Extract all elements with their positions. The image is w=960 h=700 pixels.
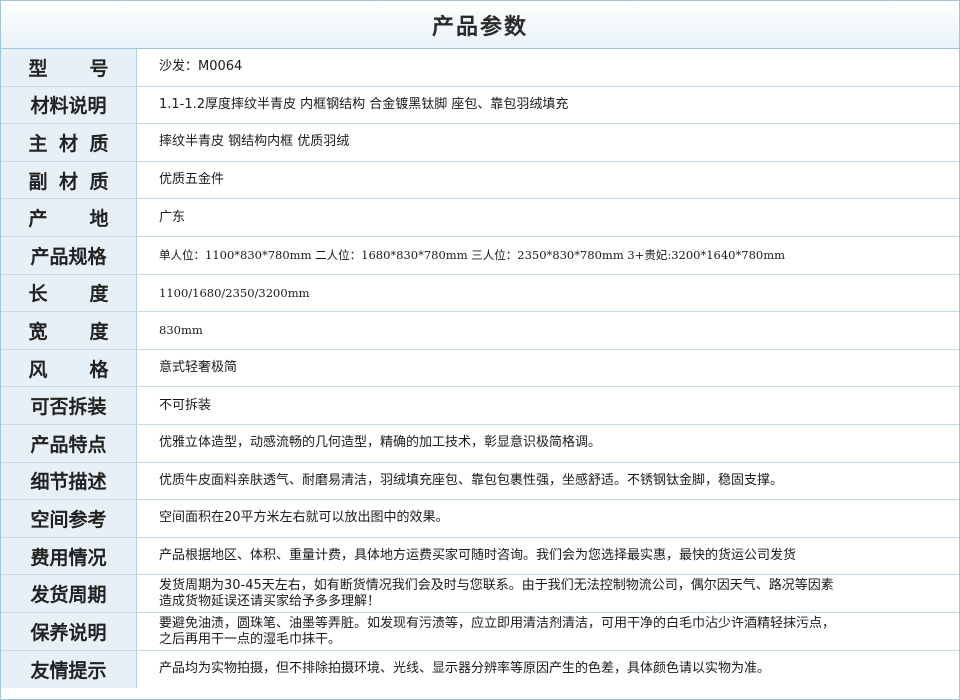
- row-label: 长度: [1, 274, 137, 312]
- table-row: 型号 沙发：M0064: [1, 49, 959, 87]
- row-value: 优质五金件: [159, 172, 225, 188]
- row-label: 友情提示: [1, 650, 137, 689]
- row-label: 副材质: [1, 161, 137, 199]
- value-line: 发货周期为30-45天左右，如有断货情况我们会及时与您联系。由于我们无法控制物流…: [159, 578, 834, 594]
- table-row: 长度 1100/1680/2350/3200mm: [1, 274, 959, 313]
- row-value: 1.1-1.2厚度摔纹半青皮 内框钢结构 合金镀黑钛脚 座包、靠包羽绒填充: [159, 96, 569, 112]
- table-row: 可否拆装 不可拆装: [1, 387, 959, 425]
- value-line: 之后再用干一点的湿毛巾抹干。: [159, 631, 342, 647]
- row-label: 型号: [1, 49, 137, 86]
- row-value: 沙发：M0064: [159, 59, 243, 75]
- table-row: 副材质 优质五金件: [1, 161, 959, 200]
- panel-header: 产品参数: [1, 1, 959, 49]
- table-row: 细节描述 优质牛皮面料亲肤透气、耐磨易清洁，羽绒填充座包、靠包包裹性强，坐感舒适…: [1, 462, 959, 501]
- row-value: 不可拆装: [159, 397, 212, 413]
- panel-title: 产品参数: [431, 14, 528, 40]
- table-row: 风格 意式轻奢极简: [1, 349, 959, 388]
- row-label: 细节描述: [1, 462, 137, 500]
- table-row: 产品特点 优雅立体造型，动感流畅的几何造型，精确的加工技术，彰显意识极简格调。: [1, 424, 959, 463]
- table-row: 费用情况 产品根据地区、体积、重量计费，具体地方运费买家可随时咨询。我们会为您选…: [1, 537, 959, 576]
- row-value: 单人位：1100*830*780mm 二人位：1680*830*780mm 三人…: [159, 248, 786, 263]
- row-label: 主材质: [1, 124, 137, 161]
- table-row: 宽度 830mm: [1, 312, 959, 350]
- table-row: 主材质 摔纹半青皮 钢结构内框 优质羽绒: [1, 124, 959, 162]
- table-row: 产地 广东: [1, 199, 959, 237]
- params-table: 型号 沙发：M0064 材料说明 1.1-1.2厚度摔纹半青皮 内框钢结构 合金…: [1, 49, 959, 689]
- row-value: 产品根据地区、体积、重量计费，具体地方运费买家可随时咨询。我们会为您选择最实惠，…: [159, 548, 797, 564]
- row-label: 风格: [1, 349, 137, 387]
- row-value: 产品均为实物拍摄，但不排除拍摄环境、光线、显示器分辨率等原因产生的色差，具体颜色…: [159, 661, 771, 677]
- table-row: 产品规格 单人位：1100*830*780mm 二人位：1680*830*780…: [1, 236, 959, 275]
- row-value: 要避免油渍，圆珠笔、油墨等弄脏。如发现有污渍等，应立即用清洁剂清洁，可用干净的白…: [137, 613, 959, 650]
- row-value: 1100/1680/2350/3200mm: [159, 285, 310, 300]
- row-value: 830mm: [159, 323, 203, 338]
- row-label: 可否拆装: [1, 387, 137, 424]
- row-value: 空间面积在20平方米左右就可以放出图中的效果。: [159, 510, 449, 526]
- value-line: 造成货物延误还请买家给予多多理解！: [159, 594, 381, 610]
- row-label: 材料说明: [1, 86, 137, 124]
- row-value: 优雅立体造型，动感流畅的几何造型，精确的加工技术，彰显意识极简格调。: [159, 435, 602, 451]
- table-row: 友情提示 产品均为实物拍摄，但不排除拍摄环境、光线、显示器分辨率等原因产生的色差…: [1, 650, 959, 689]
- table-row: 空间参考 空间面积在20平方米左右就可以放出图中的效果。: [1, 500, 959, 538]
- row-label: 产品特点: [1, 424, 137, 462]
- row-value: 摔纹半青皮 钢结构内框 优质羽绒: [159, 134, 350, 150]
- table-row: 材料说明 1.1-1.2厚度摔纹半青皮 内框钢结构 合金镀黑钛脚 座包、靠包羽绒…: [1, 86, 959, 125]
- table-row: 发货周期 发货周期为30-45天左右，如有断货情况我们会及时与您联系。由于我们无…: [1, 575, 959, 613]
- table-row: 保养说明 要避免油渍，圆珠笔、油墨等弄脏。如发现有污渍等，应立即用清洁剂清洁，可…: [1, 612, 959, 651]
- row-value: 优质牛皮面料亲肤透气、耐磨易清洁，羽绒填充座包、靠包包裹性强，坐感舒适。不锈钢钛…: [159, 472, 784, 488]
- row-label: 空间参考: [1, 500, 137, 537]
- row-value: 意式轻奢极简: [159, 360, 238, 376]
- row-value: 广东: [159, 209, 186, 225]
- row-label: 宽度: [1, 312, 137, 349]
- product-params-panel: 产品参数 型号 沙发：M0064 材料说明 1.1-1.2厚度摔纹半青皮 内框钢…: [0, 0, 960, 700]
- row-label: 发货周期: [1, 575, 137, 612]
- row-label: 费用情况: [1, 537, 137, 575]
- value-line: 要避免油渍，圆珠笔、油墨等弄脏。如发现有污渍等，应立即用清洁剂清洁，可用干净的白…: [159, 615, 836, 631]
- row-label: 产品规格: [1, 236, 137, 274]
- row-label: 产地: [1, 199, 137, 236]
- row-value: 发货周期为30-45天左右，如有断货情况我们会及时与您联系。由于我们无法控制物流…: [137, 575, 959, 612]
- row-label: 保养说明: [1, 612, 137, 650]
